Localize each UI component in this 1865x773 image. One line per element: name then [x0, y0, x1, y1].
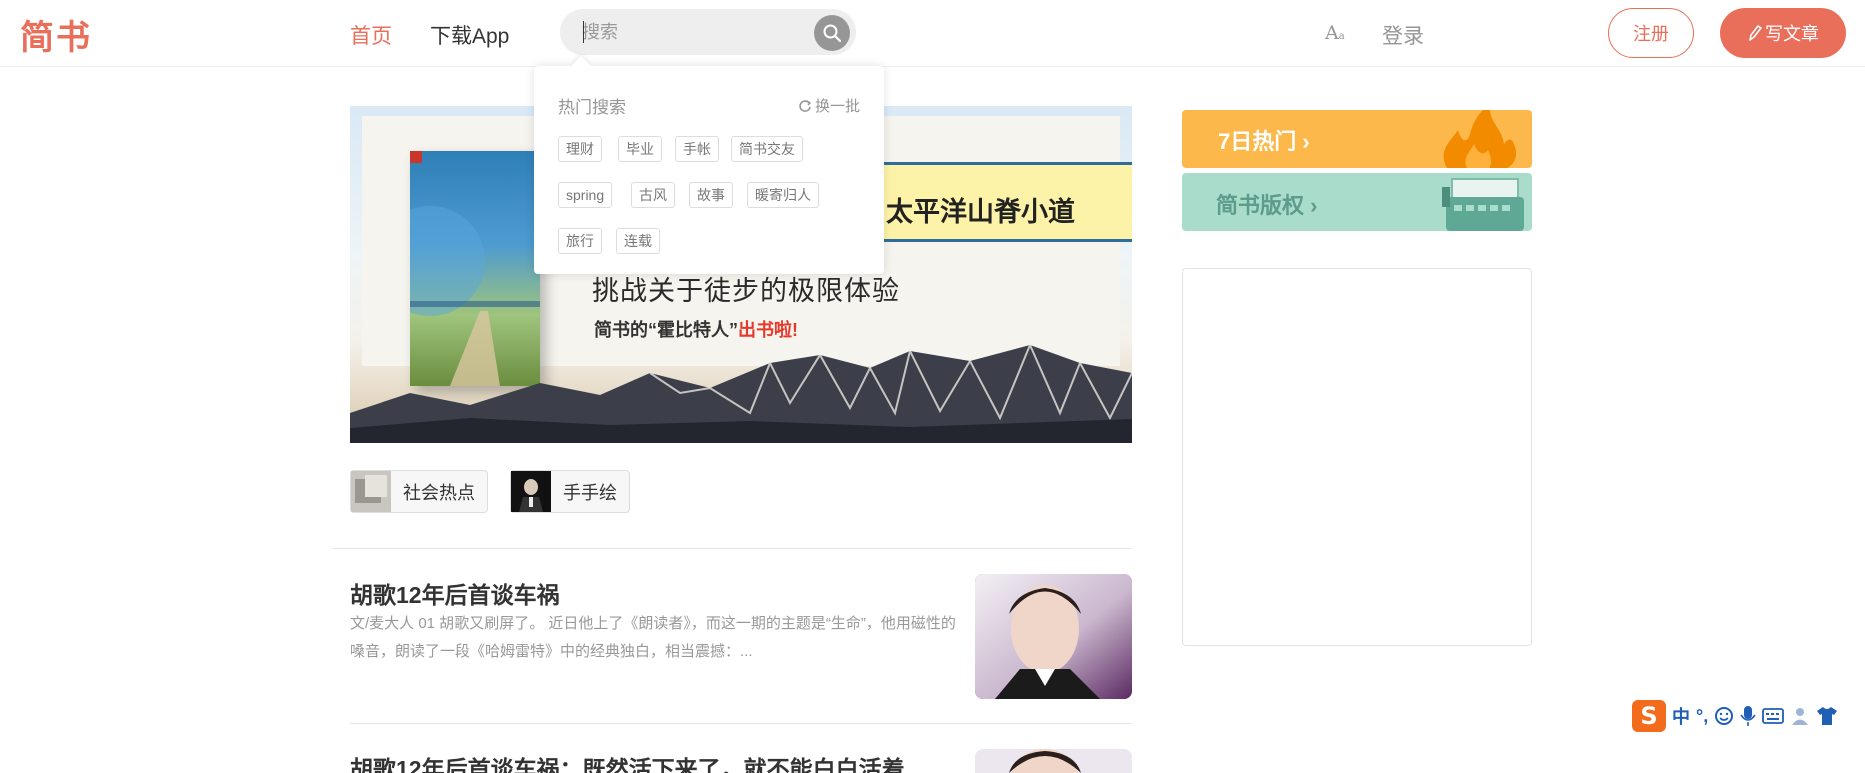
topic-thumb-social-hot: [351, 471, 391, 512]
copyright-label: 简书版权 ›: [1216, 193, 1318, 218]
write-article-button[interactable]: 写文章: [1720, 8, 1846, 58]
article-thumbnail-image: [975, 749, 1132, 773]
text-cursor: [583, 21, 584, 43]
section-divider: [332, 548, 1132, 549]
fire-icon: [1443, 110, 1517, 168]
write-article-label: 写文章: [1765, 24, 1819, 44]
login-link[interactable]: 登录: [1382, 20, 1424, 50]
hot-search-title: 热门搜索: [558, 98, 626, 117]
user-tools-icon[interactable]: [1790, 706, 1810, 726]
topic-chip-hand-drawing[interactable]: 手手绘: [510, 470, 630, 513]
ime-mode-toggle[interactable]: 中: [1672, 703, 1690, 729]
skin-shirt-icon[interactable]: [1816, 706, 1838, 726]
hot-search-tag[interactable]: 简书交友: [731, 136, 803, 162]
jianshu-logo[interactable]: 简书: [20, 10, 92, 59]
hot-search-tag[interactable]: 理财: [558, 136, 602, 162]
topic-chip-label: 手手绘: [563, 482, 617, 503]
top-navbar: 简书 首页 下载App Aa 登录 注册 写文章: [0, 0, 1865, 67]
ime-toolbar: S 中 °,: [1630, 697, 1865, 735]
microphone-icon[interactable]: [1740, 705, 1756, 727]
nav-home-link[interactable]: 首页: [350, 20, 392, 50]
article-thumbnail-image: [975, 574, 1132, 699]
nav-download-app-link[interactable]: 下载App: [430, 20, 509, 50]
search-box: [560, 9, 856, 55]
keyboard-icon[interactable]: [1762, 707, 1785, 725]
weekly-hot-label: 7日热门 ›: [1218, 129, 1310, 154]
font-icon-small: a: [1338, 31, 1345, 42]
article-thumbnail[interactable]: [975, 574, 1132, 699]
refresh-batch-button[interactable]: 换一批: [798, 95, 860, 116]
hot-search-tag[interactable]: 古风: [631, 182, 675, 208]
hot-search-tag[interactable]: 故事: [689, 182, 733, 208]
hot-search-tag[interactable]: 旅行: [558, 228, 602, 254]
sogou-logo-icon[interactable]: S: [1632, 700, 1666, 732]
refresh-icon: [799, 99, 812, 112]
weekly-hot-board[interactable]: 7日热门 ›: [1182, 110, 1532, 168]
refresh-batch-label: 换一批: [814, 98, 860, 115]
hot-search-tag[interactable]: 手帐: [675, 136, 719, 162]
font-settings-icon[interactable]: Aa: [1325, 22, 1345, 44]
mountain-illustration: [350, 342, 1132, 443]
topic-chip-label: 社会热点: [403, 482, 475, 503]
article-thumbnail[interactable]: [975, 749, 1132, 773]
hot-search-tag[interactable]: spring: [558, 182, 613, 208]
topic-thumb-hand-drawing: [511, 471, 551, 512]
search-input[interactable]: [582, 20, 802, 44]
ime-punctuation-toggle[interactable]: °,: [1696, 706, 1708, 727]
search-button[interactable]: [814, 15, 850, 51]
banner-tag-text: 太平洋山脊小道: [886, 197, 1075, 227]
hot-search-tag[interactable]: 连载: [616, 228, 660, 254]
topic-chip-social-hot[interactable]: 社会热点: [350, 470, 488, 513]
sidebar-download-box: [1182, 268, 1532, 646]
pen-icon: [1749, 25, 1762, 41]
register-button[interactable]: 注册: [1608, 8, 1694, 58]
hot-search-tag[interactable]: 暖寄归人: [747, 182, 819, 208]
hot-search-tag[interactable]: 毕业: [618, 136, 662, 162]
emoji-icon[interactable]: [1714, 706, 1734, 726]
copyright-board[interactable]: 简书版权 ›: [1182, 173, 1532, 231]
hot-search-dropdown: 热门搜索 换一批 理财 毕业 手帐 简书交友 spring 古风 故事 暖寄归人…: [534, 66, 884, 274]
article-title[interactable]: 胡歌12年后首谈车祸: [350, 576, 560, 610]
article-abstract: 文/麦大人 01 胡歌又刷屏了。 近日他上了《朗读者》，而这一期的主题是“生命”…: [350, 615, 956, 660]
typewriter-icon: [1442, 178, 1524, 231]
banner-headline: 挑战关于徒步的极限体验: [592, 276, 900, 306]
article-divider: [350, 723, 1132, 724]
article-title[interactable]: 胡歌12年后首谈车祸：既然活下来了，就不能白白活着: [350, 750, 905, 773]
font-icon-large: A: [1325, 22, 1339, 44]
search-icon: [823, 24, 842, 43]
